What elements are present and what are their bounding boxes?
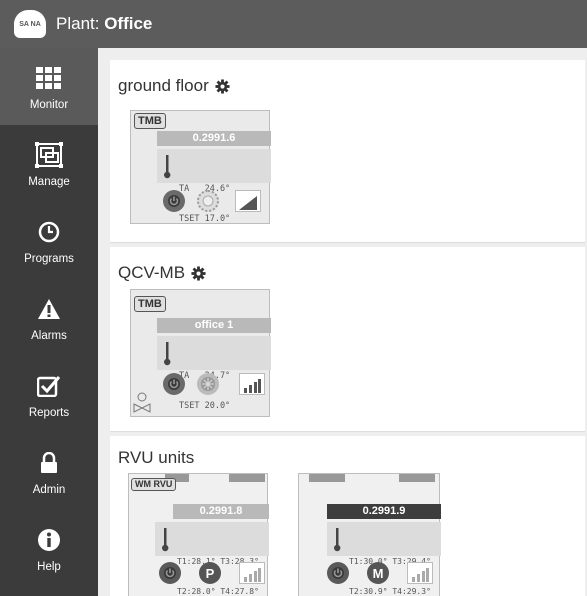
power-icon bbox=[332, 567, 344, 579]
fan-button[interactable] bbox=[197, 373, 219, 395]
checkbox-icon bbox=[34, 371, 64, 401]
power-button[interactable] bbox=[163, 373, 185, 395]
sidebar-item-reports[interactable]: Reports bbox=[0, 356, 98, 433]
level-bars-icon bbox=[412, 568, 429, 582]
device-readings: TA 24.6° TSET 17.0° bbox=[157, 149, 271, 224]
sidebar-item-label: Help bbox=[37, 560, 61, 573]
gear-icon[interactable] bbox=[191, 265, 206, 281]
sidebar-item-programs[interactable]: Programs bbox=[0, 202, 98, 279]
thermometer-icon bbox=[162, 528, 169, 552]
device-card[interactable]: TMB 0.2991.6 TA 24.6° TSET 17.0° bbox=[130, 110, 271, 224]
device-readings: T1:28.1° T3:28.3° T2:28.0° T4:27.8° bbox=[155, 522, 269, 596]
sidebar-item-help[interactable]: Help bbox=[0, 510, 98, 587]
sidebar-item-manage[interactable]: Manage bbox=[0, 125, 98, 202]
info-icon bbox=[34, 525, 64, 555]
sidebar-item-admin[interactable]: Admin bbox=[0, 433, 98, 510]
power-button[interactable] bbox=[159, 562, 181, 584]
group-panel-rvu-units: RVU units WM RVU 0.2991.8 T1:28.1° T3:28… bbox=[110, 436, 585, 596]
duct-top bbox=[229, 474, 265, 482]
mode-button[interactable]: M bbox=[367, 562, 389, 584]
reading-line-2: T2:28.0° T4:27.8° bbox=[177, 587, 259, 596]
device-readings: TA 24.7° TSET 20.0° bbox=[157, 336, 271, 411]
group-title: ground floor bbox=[118, 76, 230, 96]
plant-title: Plant: Office bbox=[56, 14, 152, 34]
device-name-bar: 0.2991.8 bbox=[173, 504, 269, 519]
lock-icon bbox=[34, 448, 64, 478]
sidebar-item-alarms[interactable]: Alarms bbox=[0, 279, 98, 356]
manage-icon bbox=[34, 140, 64, 170]
level-bars-icon bbox=[244, 568, 261, 582]
duct-top bbox=[309, 474, 345, 482]
top-bar: SA NA Plant: Office bbox=[0, 0, 587, 48]
level-button[interactable] bbox=[239, 373, 265, 395]
sana-logo: SA NA bbox=[14, 10, 46, 38]
reading-line-2: T2:30.9° T4:29.3° bbox=[349, 587, 431, 596]
sidebar-item-label: Manage bbox=[28, 175, 70, 188]
device-readings: T1:30.0° T3:29.4° T2:30.9° T4:29.3° bbox=[327, 522, 441, 596]
fan-button[interactable] bbox=[197, 190, 219, 212]
duct-top bbox=[399, 474, 435, 482]
power-icon bbox=[168, 378, 180, 390]
plant-label: Plant: bbox=[56, 14, 105, 33]
device-name-bar: office 1 bbox=[157, 318, 271, 333]
fan-icon bbox=[201, 377, 215, 391]
level-button[interactable] bbox=[235, 190, 261, 212]
mode-label: P bbox=[205, 565, 215, 581]
sidebar-item-label: Monitor bbox=[29, 98, 69, 111]
thermometer-icon bbox=[334, 528, 341, 552]
clock-icon bbox=[34, 217, 64, 247]
fan-icon bbox=[202, 195, 214, 207]
device-card[interactable]: 0.2991.9 T1:30.0° T3:29.4° T2:30.9° T4:2… bbox=[298, 473, 441, 596]
power-button[interactable] bbox=[163, 190, 185, 212]
group-panel-ground-floor: ground floor TMB 0.2991.6 TA 24.6° TSET … bbox=[110, 60, 585, 243]
device-badge: TMB bbox=[134, 113, 166, 129]
level-button[interactable] bbox=[407, 562, 433, 584]
thermometer-icon bbox=[164, 342, 171, 366]
level-bars-icon bbox=[244, 379, 261, 393]
mode-label: M bbox=[372, 565, 384, 581]
main-content: ground floor TMB 0.2991.6 TA 24.6° TSET … bbox=[98, 48, 587, 596]
power-icon bbox=[164, 567, 176, 579]
sidebar-item-monitor[interactable]: Monitor bbox=[0, 48, 98, 125]
device-card[interactable]: TMB office 1 TA 24.7° TSET 20.0° bbox=[130, 289, 271, 417]
thermometer-icon bbox=[164, 155, 171, 179]
power-button[interactable] bbox=[327, 562, 349, 584]
valve-icon bbox=[133, 392, 151, 413]
group-title: QCV-MB bbox=[118, 263, 206, 283]
sidebar-item-label: Alarms bbox=[31, 329, 67, 342]
sidebar: Monitor Manage Programs Alarms Reports A… bbox=[0, 48, 98, 596]
mode-button[interactable]: P bbox=[199, 562, 221, 584]
device-badge: TMB bbox=[134, 296, 166, 312]
grid-icon bbox=[34, 63, 64, 93]
device-card[interactable]: WM RVU 0.2991.8 T1:28.1° T3:28.3° T2:28.… bbox=[128, 473, 269, 596]
sidebar-item-label: Admin bbox=[32, 483, 66, 496]
level-button[interactable] bbox=[239, 562, 265, 584]
power-icon bbox=[168, 195, 180, 207]
gear-icon[interactable] bbox=[215, 78, 230, 94]
reading-line-2: TSET 17.0° bbox=[179, 214, 231, 224]
device-name-bar: 0.2991.9 bbox=[327, 504, 441, 519]
group-title: RVU units bbox=[118, 448, 195, 467]
plant-name: Office bbox=[104, 14, 153, 33]
reading-line-2: TSET 20.0° bbox=[179, 401, 231, 411]
group-panel-qcv-mb: QCV-MB TMB office 1 TA 24.7° TSET 20.0° bbox=[110, 247, 585, 432]
sidebar-item-label: Reports bbox=[28, 406, 70, 419]
sidebar-item-label: Programs bbox=[24, 252, 74, 265]
device-name-bar: 0.2991.6 bbox=[157, 131, 271, 146]
warning-icon bbox=[34, 294, 64, 324]
device-badge: WM RVU bbox=[131, 478, 177, 491]
ramp-icon bbox=[239, 196, 257, 210]
